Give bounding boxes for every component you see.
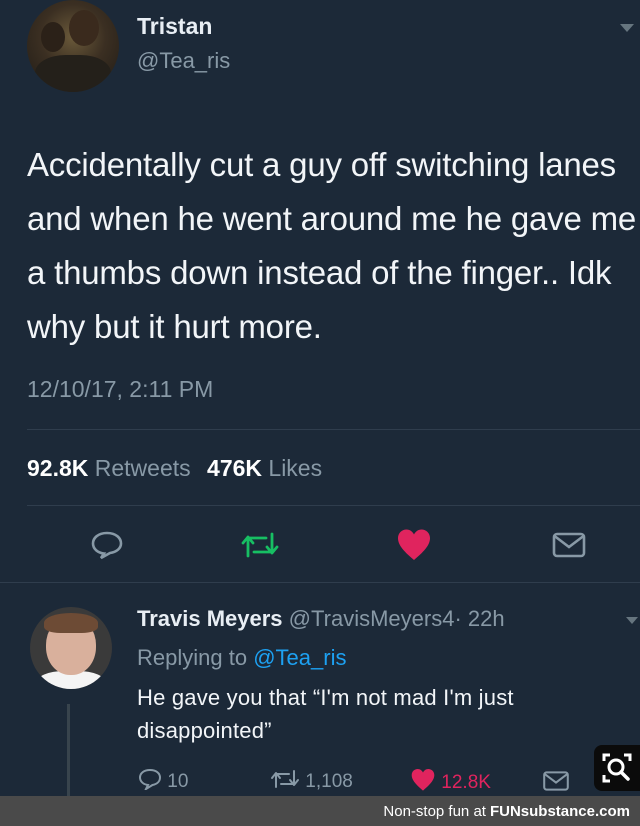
reply-button[interactable]	[90, 530, 124, 565]
footer-brand[interactable]: FUNsubstance.com	[490, 803, 630, 820]
reply-like-count: 12.8K	[441, 772, 491, 793]
like-count[interactable]: 476K	[207, 455, 262, 481]
divider	[0, 582, 640, 583]
thread-line	[67, 704, 70, 804]
envelope-icon	[552, 532, 586, 558]
avatar-figure	[41, 22, 65, 52]
heart-icon	[398, 529, 430, 560]
reply-author-handle[interactable]: @TravisMeyers4	[289, 606, 455, 631]
author-name[interactable]: Tristan	[137, 13, 212, 40]
reply-message-button[interactable]	[542, 770, 570, 798]
reply-time[interactable]: · 22h	[454, 606, 504, 631]
reply-retweet-button[interactable]: 1,108	[270, 768, 353, 793]
author-handle[interactable]: @Tea_ris	[137, 48, 230, 74]
retweet-label[interactable]: Retweets	[95, 455, 191, 481]
tweet-stats: 92.8K Retweets 476K Likes	[27, 455, 332, 482]
avatar-figure	[35, 55, 111, 92]
reply-icon	[138, 768, 162, 792]
magnifier-icon	[602, 753, 632, 783]
divider	[27, 429, 640, 430]
message-button[interactable]	[552, 531, 586, 564]
author-avatar[interactable]	[27, 0, 119, 92]
chevron-down-icon[interactable]	[626, 617, 638, 624]
watermark-footer: Non-stop fun at FUNsubstance.com	[0, 796, 640, 826]
reply-retweet-count: 1,108	[305, 771, 353, 792]
divider	[27, 505, 640, 506]
like-label[interactable]: Likes	[268, 455, 322, 481]
lens-search-button[interactable]	[594, 745, 640, 791]
reply-like-button[interactable]: 12.8K	[410, 768, 491, 794]
replying-prefix: Replying to	[137, 645, 248, 670]
retweet-count[interactable]: 92.8K	[27, 455, 88, 481]
retweet-icon	[271, 770, 299, 788]
avatar-figure	[44, 613, 98, 633]
tweet-text: Accidentally cut a guy off switching lan…	[27, 146, 637, 345]
reply-author-avatar[interactable]	[30, 607, 112, 689]
heart-icon	[411, 769, 435, 791]
chevron-down-icon[interactable]	[620, 24, 634, 32]
reply-reply-count: 10	[167, 771, 189, 792]
retweet-button[interactable]	[240, 530, 280, 565]
reply-author-name[interactable]: Travis Meyers	[137, 606, 283, 631]
envelope-icon	[543, 771, 569, 791]
like-button[interactable]	[396, 528, 432, 567]
tweet-timestamp[interactable]: 12/10/17, 2:11 PM	[27, 376, 213, 403]
reply-reply-button[interactable]: 10	[138, 768, 188, 793]
footer-tagline: Non-stop fun at	[383, 802, 486, 820]
avatar-figure	[69, 10, 99, 46]
reply-icon	[91, 531, 123, 560]
retweet-icon	[241, 532, 279, 558]
replying-mention[interactable]: @Tea_ris	[253, 645, 346, 670]
reply-author[interactable]: Travis Meyers @TravisMeyers4· 22h	[137, 606, 505, 632]
reply-text: He gave you that “I'm not mad I'm just d…	[137, 685, 514, 743]
replying-to: Replying to @Tea_ris	[137, 645, 346, 671]
